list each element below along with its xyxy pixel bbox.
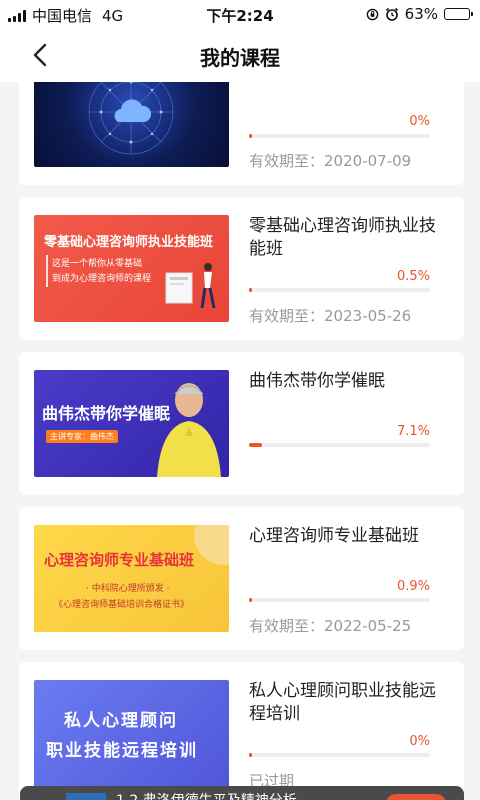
course-card[interactable]: 心理咨询师专业基础班 · 中科院心理所颁发 · 《心理咨询师基础培训合格证书》 … (19, 507, 464, 650)
cover-line: · 中科院心理所颁发 · (86, 584, 170, 594)
progress-fill (249, 598, 252, 602)
course-cover-image (34, 82, 229, 167)
progress-percent: 0% (409, 114, 430, 129)
mini-player[interactable]: 1.2 弗洛伊德生平及精神分析 (20, 786, 464, 800)
cloud-network-icon (88, 82, 174, 155)
cover-line: 这是一个帮你从零基础 (52, 259, 143, 269)
expiry-date: 有效期至：2020-07-09 (249, 152, 412, 170)
course-card[interactable]: 零基础心理咨询师执业技能班 这是一个帮你从零基础 到成为心理咨询师的课程 零基础… (19, 197, 464, 340)
status-right: 63% (366, 5, 473, 23)
course-card[interactable]: 0% 有效期至：2020-07-09 (19, 82, 464, 185)
presenter-photo (157, 383, 221, 477)
progress-percent: 7.1% (396, 424, 430, 439)
course-cover-image: 曲伟杰带你学催眠 主讲专家：曲伟杰 (34, 370, 229, 477)
progress-percent: 0% (409, 734, 430, 749)
progress-bar (249, 753, 430, 757)
course-title: 心理咨询师专业基础班 (249, 526, 419, 546)
course-title: 私人心理顾问职业技能远程培训 (249, 681, 436, 724)
nav-bar: 我的课程 (0, 28, 480, 82)
cover-line: 到成为心理咨询师的课程 (52, 274, 152, 284)
progress-bar (249, 134, 430, 138)
cover-speaker: 主讲专家：曲伟杰 (46, 430, 118, 443)
course-cover-image: 心理咨询师专业基础班 · 中科院心理所颁发 · 《心理咨询师基础培训合格证书》 (34, 525, 229, 632)
expiry-date: 有效期至：2022-05-25 (249, 617, 412, 635)
cover-title: 私人心理顾问 (64, 711, 178, 731)
progress-fill (249, 443, 262, 447)
battery-icon (444, 8, 473, 20)
cover-line: 《心理咨询师基础培训合格证书》 (54, 600, 190, 610)
cover-subtitle: 职业技能远程培训 (46, 741, 198, 761)
cover-title: 零基础心理咨询师执业技能班 (44, 235, 214, 250)
progress-bar (249, 598, 430, 602)
course-title: 零基础心理咨询师执业技能班 (249, 216, 436, 259)
progress-fill (249, 134, 252, 138)
illustration (165, 263, 216, 309)
progress-bar (249, 443, 430, 447)
orientation-lock-icon (366, 8, 378, 20)
cover-title: 心理咨询师专业基础班 (44, 551, 195, 569)
progress-fill (249, 288, 252, 292)
course-title: 曲伟杰带你学催眠 (249, 371, 385, 391)
page-title: 我的课程 (200, 46, 280, 70)
expiry-date: 有效期至：2023-05-26 (249, 307, 412, 325)
progress-bar (249, 288, 430, 292)
course-cover-image: 零基础心理咨询师执业技能班 这是一个帮你从零基础 到成为心理咨询师的课程 (34, 215, 229, 322)
battery-percent: 63% (404, 5, 438, 23)
course-card[interactable]: 曲伟杰带你学催眠 主讲专家：曲伟杰 曲伟杰带你学催眠 7.1% (19, 352, 464, 495)
status-bar: 中国电信 4G 下午2:24 63% (0, 0, 480, 28)
mini-player-thumbnail (66, 793, 106, 800)
progress-percent: 0.9% (396, 579, 430, 594)
progress-fill (249, 753, 252, 757)
progress-percent: 0.5% (396, 269, 430, 284)
alarm-icon (385, 7, 398, 21)
course-cover-image: 私人心理顾问 职业技能远程培训 (34, 680, 229, 800)
mini-player-button[interactable] (386, 794, 446, 800)
course-list[interactable]: 0% 有效期至：2020-07-09 零基础心理咨询师执业技能班 这是一个帮你从… (0, 82, 480, 800)
mini-player-title: 1.2 弗洛伊德生平及精神分析 (116, 790, 297, 800)
course-card[interactable]: 私人心理顾问 职业技能远程培训 私人心理顾问职业技能远程培训 0% 已过期 (19, 662, 464, 800)
